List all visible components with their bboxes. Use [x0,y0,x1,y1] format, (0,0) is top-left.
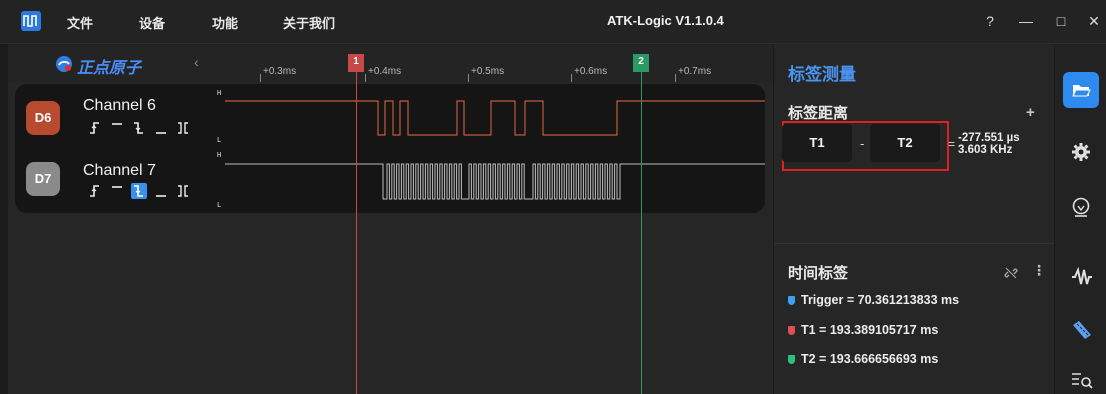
tag-item-trigger[interactable]: Trigger = 70.361213833 ms [788,293,959,307]
maximize-button[interactable]: □ [1050,10,1072,32]
side-toolbar [1055,44,1106,394]
tick-mark [571,74,572,82]
waveform-icon[interactable] [1063,259,1099,295]
measure-title: 标签测量 [788,65,856,84]
ruler-icon[interactable] [1063,312,1099,348]
marker-t2-flag[interactable]: 2 [633,54,649,72]
channel-6-high-label: H [217,89,222,97]
brand-icon [56,56,72,72]
device-icon[interactable] [1063,189,1099,225]
measure-panel: 标签测量 标签距离 + T1 - T2 = -277.551 µs 3.603 … [774,44,1054,394]
channel-6-badge[interactable]: D6 [26,101,60,135]
tick-mark [365,74,366,82]
tag-item-t2[interactable]: T2 = 193.666656693 ms [788,352,938,366]
tick-mark [468,74,469,82]
menu-function[interactable]: 功能 [212,13,238,32]
falling-edge-trigger-icon[interactable] [131,120,147,136]
t1-tag-icon [788,326,795,335]
tick-mark [675,74,676,82]
channel-7-low-label: L [217,201,222,209]
panel-divider [774,243,1054,244]
menu-file[interactable]: 文件 [67,13,93,32]
help-button[interactable]: ? [979,10,1001,32]
channel-7-waveform [225,163,765,200]
tag-item-text: T1 = 193.389105717 ms [801,323,939,337]
channel-6-low-label: L [217,136,222,144]
tag-item-text: Trigger = 70.361213833 ms [801,293,960,307]
rising-edge-trigger-icon[interactable] [87,120,103,136]
channel-7-name[interactable]: Channel 7 [83,162,156,180]
marker-t1-flag[interactable]: 1 [348,54,364,72]
measure-to-select[interactable]: T2 [870,124,940,162]
high-level-trigger-icon[interactable] [109,183,125,199]
minimize-button[interactable]: — [1015,10,1037,32]
gear-icon[interactable] [1063,134,1099,170]
tick-label: +0.5ms [471,66,505,77]
search-list-icon[interactable] [1063,362,1099,394]
tick-label: +0.4ms [368,66,402,77]
unlink-icon[interactable] [1004,266,1018,280]
channel-7-high-label: H [217,151,222,159]
more-options-icon[interactable]: ⋮ [1032,262,1046,279]
high-level-trigger-icon[interactable] [109,120,125,136]
time-tags-title: 时间标签 [788,265,849,282]
trigger-tag-icon [788,296,795,305]
channel-6-name[interactable]: Channel 6 [83,97,156,115]
waveform-panel: 正点原子 ‹ +0.3ms +0.4ms +0.5ms +0.6ms +0.7m… [8,44,773,394]
channel-7-badge[interactable]: D7 [26,162,60,196]
tick-mark [260,74,261,82]
folder-icon[interactable] [1063,72,1099,108]
add-measure-button[interactable]: + [1026,104,1035,121]
measure-minus: - [860,136,865,151]
measure-equals: = [948,137,956,151]
menu-device[interactable]: 设备 [139,13,165,32]
brand-text: 正点原子 [77,60,142,77]
falling-edge-trigger-icon[interactable] [131,183,147,199]
app-logo-icon [21,11,41,31]
menu-about[interactable]: 关于我们 [283,13,335,32]
t2-tag-icon [788,355,795,364]
rising-edge-trigger-icon[interactable] [87,183,103,199]
channel-list: D6 Channel 6 H L D7 Channel 7 H L [15,84,765,213]
distance-title: 标签距离 [788,105,849,122]
timeline-header: 正点原子 ‹ +0.3ms +0.4ms +0.5ms +0.6ms +0.7m… [8,44,773,82]
collapse-panel-icon[interactable]: ‹ [194,54,199,70]
title-bar: 文件 设备 功能 关于我们 ATK-Logic V1.1.0.4 ? — □ ✕ [0,0,1106,44]
tick-label: +0.3ms [263,66,297,77]
channel-6-waveform [225,100,765,136]
close-button[interactable]: ✕ [1083,10,1105,32]
low-level-trigger-icon[interactable] [153,120,169,136]
cursor-t1-line[interactable] [356,72,357,394]
tag-item-t1[interactable]: T1 = 193.389105717 ms [788,323,938,337]
cursor-t2-line[interactable] [641,72,642,394]
low-level-trigger-icon[interactable] [153,183,169,199]
measure-from-select[interactable]: T1 [782,124,852,162]
measure-freq-value: 3.603 KHz [958,144,1013,156]
tag-item-text: T2 = 193.666656693 ms [801,352,939,366]
time-ruler[interactable]: +0.3ms +0.4ms +0.5ms +0.6ms +0.7ms [213,64,773,82]
waveform-canvas[interactable] [225,84,765,213]
tick-label: +0.6ms [574,66,608,77]
any-edge-trigger-icon[interactable] [175,120,191,136]
any-edge-trigger-icon[interactable] [175,183,191,199]
window-title: ATK-Logic V1.1.0.4 [607,13,724,28]
tick-label: +0.7ms [678,66,712,77]
measure-time-value: -277.551 µs [958,132,1020,144]
